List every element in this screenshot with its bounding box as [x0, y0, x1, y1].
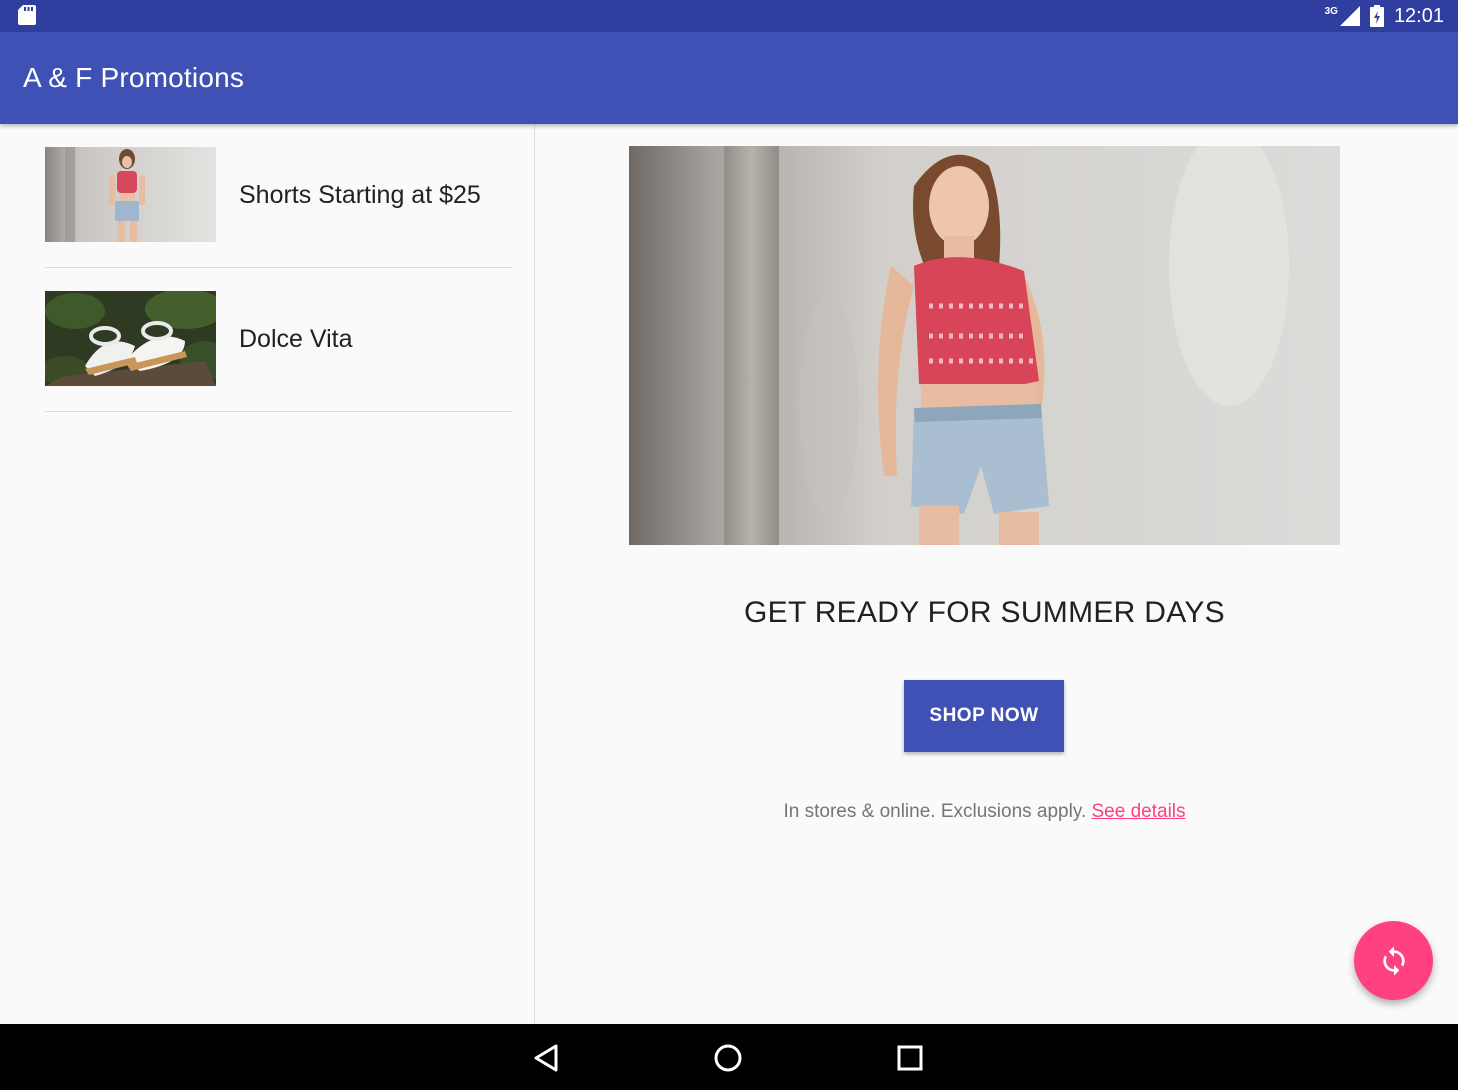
promotion-fine-print: In stores & online. Exclusions apply. Se…	[536, 801, 1433, 823]
home-button[interactable]	[710, 1040, 746, 1076]
back-icon	[534, 1044, 558, 1072]
sandals-thumbnail	[45, 291, 216, 386]
recents-button[interactable]	[892, 1040, 928, 1076]
shop-now-button[interactable]: SHOP NOW	[904, 680, 1064, 752]
sd-card-icon	[18, 5, 36, 25]
shorts-thumbnail	[45, 147, 216, 242]
status-icons: 3G 12:01	[1325, 0, 1444, 32]
signal-icon	[1339, 6, 1360, 26]
app-title: A & F Promotions	[23, 62, 245, 93]
battery-icon	[1369, 5, 1384, 27]
fine-print-text: In stores & online. Exclusions apply.	[783, 801, 1087, 822]
promotion-title: Dolce Vita	[239, 325, 353, 353]
back-button[interactable]	[528, 1040, 564, 1076]
promotion-list-item-dolce-vita[interactable]: Dolce Vita	[45, 268, 512, 412]
clock: 12:01	[1393, 4, 1444, 27]
sync-icon	[1382, 945, 1405, 976]
recents-icon	[897, 1045, 923, 1071]
promotion-list-item-shorts[interactable]: Shorts Starting at $25	[45, 124, 512, 268]
see-details-link[interactable]: See details	[1092, 801, 1186, 822]
hero-image	[629, 146, 1340, 545]
navigation-bar	[0, 1024, 1458, 1090]
promotion-headline: GET READY FOR SUMMER DAYS	[744, 596, 1225, 629]
status-bar: 3G 12:01	[0, 0, 1458, 32]
home-icon	[714, 1044, 742, 1072]
promotion-title: Shorts Starting at $25	[239, 181, 481, 209]
promotions-list: Shorts Starting at $25 Dolce Vita	[0, 124, 535, 1024]
network-type: 3G	[1324, 5, 1338, 17]
refresh-fab[interactable]	[1354, 921, 1433, 1000]
app-bar: A & F Promotions	[0, 32, 1458, 124]
promotion-detail: GET READY FOR SUMMER DAYS SHOP NOW In st…	[536, 124, 1458, 1024]
